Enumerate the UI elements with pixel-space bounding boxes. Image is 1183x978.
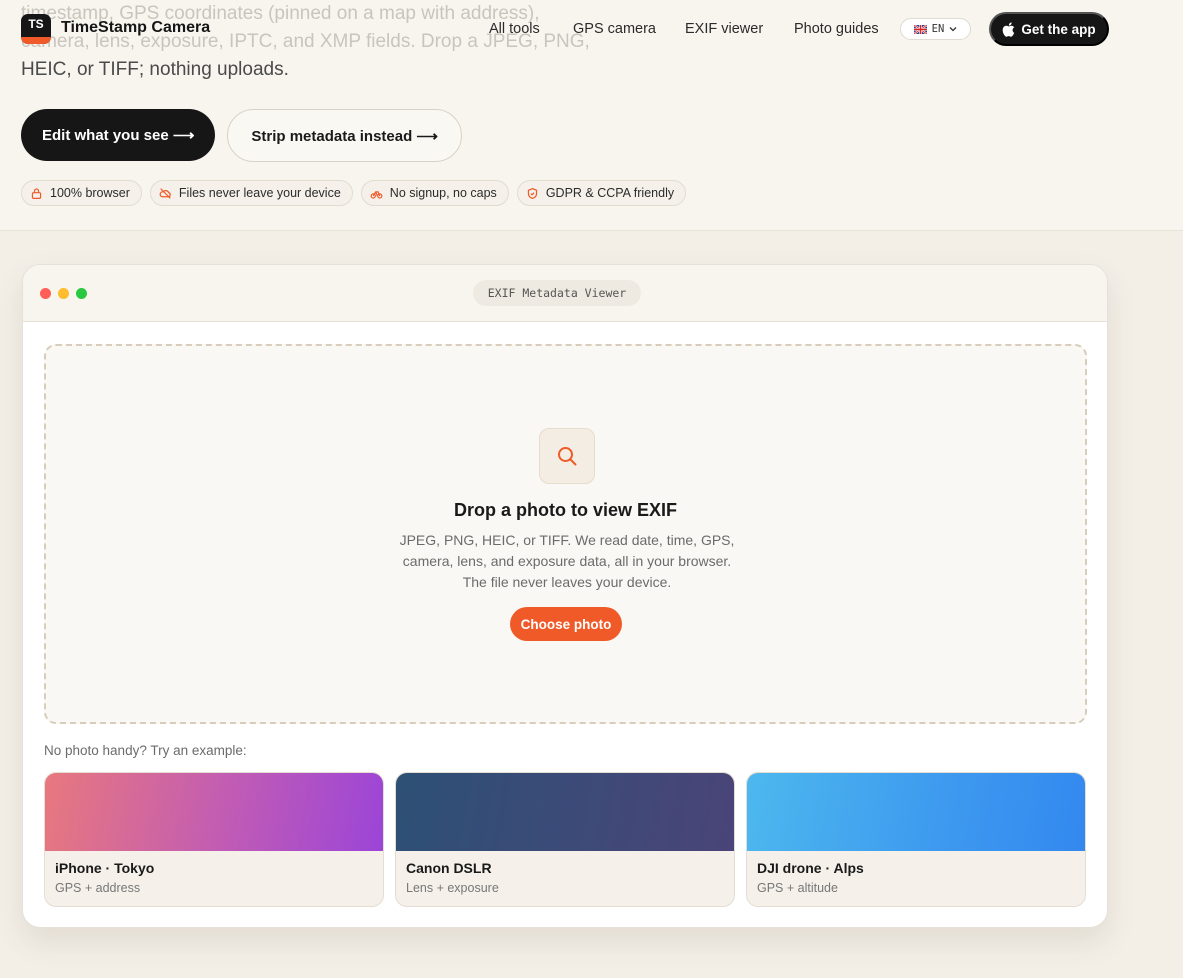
example-subtitle: GPS + address — [55, 881, 141, 895]
lock-icon — [31, 187, 42, 199]
edit-what-you-see-button[interactable]: Edit what you see ⟶ — [21, 109, 216, 161]
nav-gps-camera[interactable]: GPS camera — [573, 21, 656, 37]
example-dji-drone[interactable]: DJI drone · Alps GPS + altitude — [746, 772, 1086, 907]
cloud-off-icon — [159, 187, 171, 199]
nav-all-tools[interactable]: All tools — [489, 21, 540, 37]
nav-photo-guides[interactable]: Photo guides — [794, 21, 879, 37]
example-list: iPhone · Tokyo GPS + address Canon DSLR … — [44, 772, 1086, 907]
cta-row: Edit what you see ⟶ Strip metadata inste… — [21, 109, 462, 162]
search-icon — [558, 447, 577, 466]
example-thumbnail — [747, 773, 1085, 851]
feature-badges: 100% browser Files never leave your devi… — [21, 180, 687, 206]
get-the-app-label: Get the app — [1021, 21, 1096, 37]
get-the-app-button[interactable]: Get the app — [989, 12, 1109, 46]
example-thumbnail — [396, 773, 734, 851]
example-subtitle: GPS + altitude — [757, 881, 838, 895]
dropzone-description: JPEG, PNG, HEIC, or TIFF. We read date, … — [399, 532, 735, 590]
badge-files-local: Files never leave your device — [149, 180, 353, 206]
example-thumbnail — [45, 773, 383, 851]
brand-name[interactable]: TimeStamp Camera — [61, 19, 210, 37]
logo-stripe — [21, 37, 51, 44]
badge-label: No signup, no caps — [389, 186, 497, 200]
badge-label: 100% browser — [50, 186, 130, 200]
close-dot-icon — [40, 288, 51, 299]
badge-label: Files never leave your device — [178, 186, 341, 200]
example-subtitle: Lens + exposure — [406, 881, 499, 895]
example-canon-dslr[interactable]: Canon DSLR Lens + exposure — [395, 772, 735, 907]
photo-dropzone[interactable]: Drop a photo to view EXIF JPEG, PNG, HEI… — [44, 344, 1087, 724]
language-selector[interactable]: EN — [900, 18, 971, 40]
badge-gdpr: GDPR & CCPA friendly — [516, 180, 687, 206]
nav-exif-viewer[interactable]: EXIF viewer — [685, 21, 763, 37]
badge-no-signup: No signup, no caps — [360, 180, 509, 206]
badge-browser: 100% browser — [21, 180, 142, 206]
example-name: DJI drone · Alps — [757, 860, 864, 876]
chevron-down-icon — [949, 27, 957, 32]
strip-metadata-button[interactable]: Strip metadata instead ⟶ — [227, 109, 462, 162]
shield-icon — [527, 187, 537, 199]
example-name: iPhone · Tokyo — [55, 860, 155, 876]
logo-text: TS — [28, 17, 44, 31]
examples-label: No photo handy? Try an example: — [44, 743, 247, 758]
badge-label: GDPR & CCPA friendly — [545, 186, 675, 200]
example-name: Canon DSLR — [406, 860, 492, 876]
bike-icon — [370, 190, 383, 199]
apple-icon — [1003, 21, 1015, 37]
top-nav: TS TimeStamp Camera All tools GPS camera… — [0, 0, 1183, 61]
language-code: EN — [931, 23, 945, 35]
window-title: EXIF Metadata Viewer — [473, 280, 641, 306]
choose-photo-button[interactable]: Choose photo — [510, 607, 622, 641]
example-iphone-tokyo[interactable]: iPhone · Tokyo GPS + address — [44, 772, 384, 907]
dropzone-title: Drop a photo to view EXIF — [453, 500, 677, 520]
window-titlebar: EXIF Metadata Viewer — [23, 265, 1107, 322]
uk-flag-icon — [913, 24, 927, 34]
search-icon-box — [539, 428, 595, 484]
exif-viewer-window: EXIF Metadata Viewer Drop a photo to vie… — [22, 264, 1108, 928]
minimize-dot-icon — [58, 288, 69, 299]
logo[interactable]: TS — [21, 14, 51, 44]
maximize-dot-icon — [76, 288, 87, 299]
